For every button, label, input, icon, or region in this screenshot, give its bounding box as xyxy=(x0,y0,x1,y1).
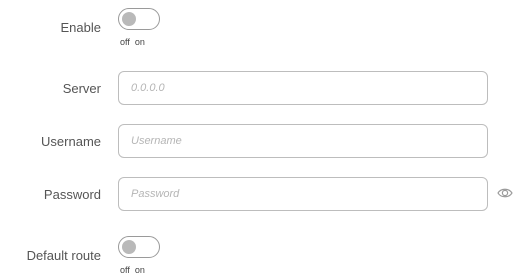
enable-toggle[interactable] xyxy=(118,8,160,30)
toggle-knob xyxy=(122,240,136,254)
server-label: Server xyxy=(62,81,101,96)
enable-toggle-states: off on xyxy=(120,37,145,47)
default-route-toggle[interactable] xyxy=(118,236,160,258)
eye-icon[interactable] xyxy=(497,186,513,200)
username-input[interactable] xyxy=(118,124,488,158)
settings-form: Enable offon Server Username Password De… xyxy=(0,0,513,278)
server-input[interactable] xyxy=(118,71,488,105)
toggle-on-label: on xyxy=(134,37,145,47)
toggle-off-label: off xyxy=(120,265,130,275)
password-input[interactable] xyxy=(118,177,488,211)
password-label: Password xyxy=(43,187,101,202)
toggle-on-label: on xyxy=(134,265,145,275)
username-label: Username xyxy=(41,134,101,149)
toggle-off-label: off xyxy=(120,37,130,47)
toggle-knob xyxy=(122,12,136,26)
default-route-label: Default route xyxy=(26,248,101,263)
enable-label: Enable xyxy=(60,20,101,35)
default-route-toggle-states: off on xyxy=(120,265,145,275)
